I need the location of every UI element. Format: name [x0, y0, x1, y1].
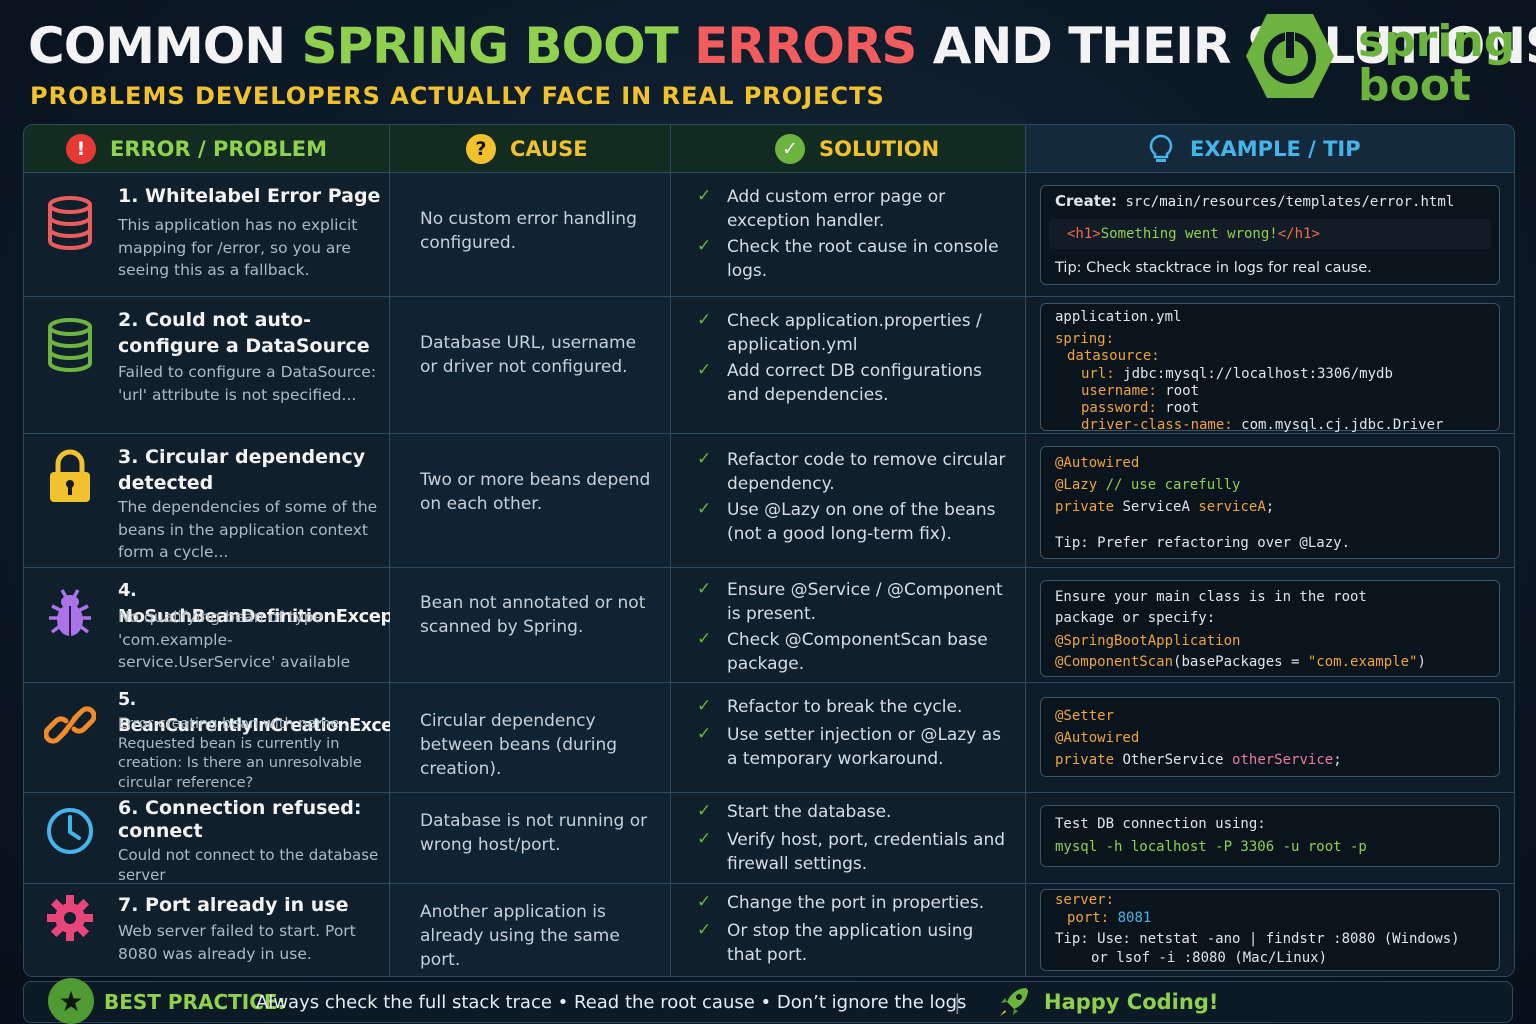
clock-icon [47, 808, 93, 854]
lock-icon [50, 449, 90, 502]
code-example: Test DB connection using: mysql -h local… [1040, 805, 1500, 867]
code-example: application.yml spring: datasource: url:… [1040, 303, 1500, 433]
code-example: @Autowired @Lazy // use carefully privat… [1040, 446, 1500, 559]
table-row: 5. BeanCurrentlyInCreationException Erro… [24, 683, 1514, 793]
logo-text: spring boot [1358, 16, 1516, 111]
code-example: Ensure your main class is in the root pa… [1040, 580, 1500, 677]
check-icon: ✓ [697, 629, 712, 649]
power-icon [1246, 14, 1334, 98]
page-title: COMMON SPRING BOOT ERRORS AND THEIR SOLU… [28, 17, 1536, 75]
check-circle-icon: ✓ [775, 133, 805, 164]
check-icon: ✓ [697, 920, 712, 940]
table-row: 4. NoSuchBeanDefinitionException No qual… [24, 568, 1514, 683]
code-example: server: port: 8081 Tip: Use: netstat -an… [1040, 889, 1500, 971]
header-cause: ? CAUSE [390, 125, 671, 173]
header-example: EXAMPLE / TIP [1026, 125, 1514, 173]
check-icon: ✓ [697, 236, 712, 256]
table-row: 7. Port already in use Web server failed… [24, 884, 1514, 976]
check-icon: ✓ [697, 310, 712, 330]
link-icon [44, 706, 96, 744]
check-icon: ✓ [697, 186, 712, 206]
check-icon: ✓ [697, 579, 712, 599]
bug-icon [49, 589, 91, 636]
check-icon: ✓ [697, 829, 712, 849]
gear-icon [47, 895, 93, 941]
check-icon: ✓ [697, 696, 712, 716]
header-error: ! ERROR / PROBLEM [24, 125, 390, 173]
database-icon [48, 196, 92, 250]
check-icon: ✓ [697, 724, 712, 744]
spring-boot-logo: spring boot [1244, 12, 1515, 108]
table-row: 6. Connection refused: connect Could not… [24, 793, 1514, 884]
lightbulb-icon [1149, 134, 1173, 162]
errors-table: ! ERROR / PROBLEM ? CAUSE ✓ SOLUTION EXAMPL… [23, 124, 1515, 977]
code-example: @Setter @Autowired private OtherService … [1040, 697, 1500, 777]
table-row: 1. Whitelabel Error Page This applicatio… [24, 173, 1514, 297]
star-icon: ★ [48, 978, 94, 1024]
question-icon: ? [466, 133, 496, 164]
check-icon: ✓ [697, 892, 712, 912]
check-icon: ✓ [697, 360, 712, 380]
header-solution: ✓ SOLUTION [671, 125, 1026, 173]
check-icon: ✓ [697, 801, 712, 821]
table-row: 2. Could not auto-configure a DataSource… [24, 297, 1514, 434]
page-subtitle: PROBLEMS DEVELOPERS ACTUALLY FACE IN REA… [30, 82, 885, 110]
table-row: 3. Circular dependency detected The depe… [24, 434, 1514, 568]
check-icon: ✓ [697, 449, 712, 469]
code-example: Create: src/main/resources/templates/err… [1040, 185, 1500, 285]
best-practice-footer: ★ BEST PRACTICE: Always check the full s… [23, 978, 1513, 1024]
rocket-icon [1000, 988, 1028, 1016]
exclamation-icon: ! [66, 133, 96, 164]
database-icon [48, 318, 92, 372]
check-icon: ✓ [697, 499, 712, 519]
